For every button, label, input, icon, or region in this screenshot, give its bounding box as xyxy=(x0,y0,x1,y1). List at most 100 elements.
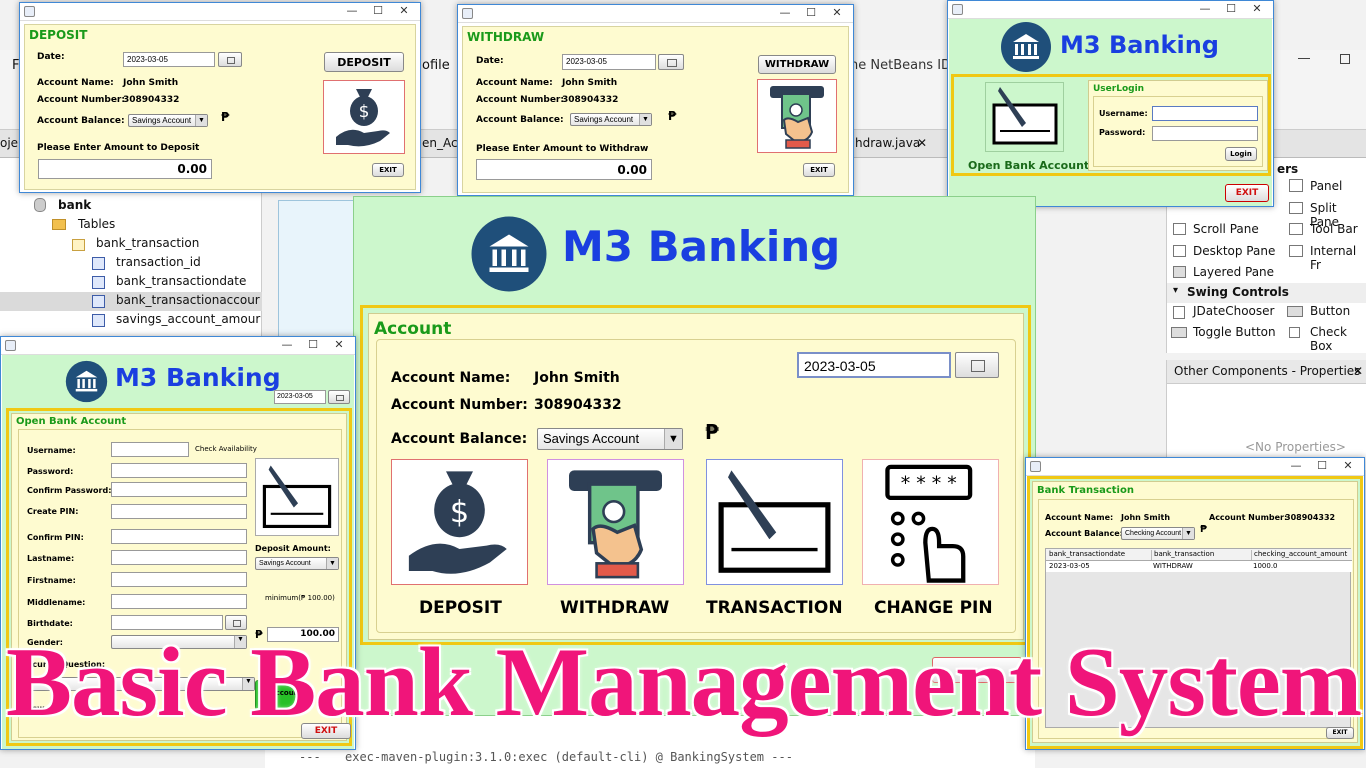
properties-close-icon[interactable]: ✕ xyxy=(1353,364,1363,378)
deposit-action[interactable]: $ xyxy=(391,459,528,585)
layered-pane-icon xyxy=(1173,266,1186,278)
date-field[interactable]: 2023-03-05 xyxy=(123,52,215,67)
app-icon xyxy=(5,340,16,351)
tree-table[interactable]: bank_transaction xyxy=(96,236,199,250)
palette-control[interactable]: Toggle Button xyxy=(1193,325,1276,339)
palette-control[interactable]: Button xyxy=(1310,304,1350,318)
deposit-amount-input[interactable]: 0.00 xyxy=(38,159,212,179)
palette-item[interactable]: Layered Pane xyxy=(1193,265,1274,279)
date-field[interactable]: 2023-03-05 xyxy=(797,352,951,378)
open-account-label[interactable]: Open Bank Account xyxy=(968,159,1089,172)
check-box-icon xyxy=(1289,327,1300,338)
minimize-icon[interactable]: — xyxy=(342,4,362,17)
close-icon[interactable]: ✕ xyxy=(394,4,414,17)
calendar-button[interactable] xyxy=(658,54,684,70)
account-type-select[interactable]: Savings Account ▼ xyxy=(570,113,652,126)
change-pin-action[interactable]: * * * * xyxy=(862,459,999,585)
maximize-icon[interactable]: ☐ xyxy=(1221,2,1241,15)
app-icon xyxy=(24,6,35,17)
account-type-select[interactable]: Savings Account ▼ xyxy=(537,428,683,450)
tab-withdraw-java[interactable]: hdraw.java xyxy=(855,136,920,150)
tree-column[interactable]: bank_transactiondate xyxy=(0,273,262,292)
transaction-action[interactable] xyxy=(706,459,843,585)
minimize-icon[interactable]: — xyxy=(775,6,795,19)
bank-logo-icon xyxy=(1001,22,1051,72)
close-icon[interactable]: ✕ xyxy=(1247,2,1267,15)
lastname-input[interactable] xyxy=(111,550,247,565)
palette-control[interactable]: JDateChooser xyxy=(1193,304,1274,318)
confirm-password-input[interactable] xyxy=(111,482,247,497)
tree-column-selected[interactable]: bank_transactionaccour xyxy=(0,292,262,311)
calendar-button[interactable] xyxy=(218,52,242,67)
account-name-label: Account Name: xyxy=(391,370,511,386)
swing-controls-header[interactable]: ▾ Swing Controls xyxy=(1167,283,1366,303)
palette-item[interactable]: Tool Bar xyxy=(1310,222,1358,236)
withdraw-amount-input[interactable]: 0.00 xyxy=(476,159,652,180)
minimize-icon[interactable]: — xyxy=(1195,2,1215,15)
deposit-type-select[interactable]: Savings Account ▼ xyxy=(255,557,339,570)
deposit-action-label[interactable]: DEPOSIT xyxy=(419,598,502,618)
account-number-label: Account Number: xyxy=(476,95,564,105)
palette-item[interactable]: Internal Fr xyxy=(1310,244,1366,272)
calendar-button[interactable] xyxy=(328,390,350,404)
maximize-icon[interactable]: ☐ xyxy=(303,338,323,351)
account-number-value: 308904332 xyxy=(534,397,622,413)
tree-tables[interactable]: Tables xyxy=(78,217,115,231)
create-pin-input[interactable] xyxy=(111,504,247,519)
username-input[interactable] xyxy=(111,442,189,457)
date-field[interactable]: 2023-03-05 xyxy=(274,390,326,404)
middlename-input[interactable] xyxy=(111,594,247,609)
transaction-action-label[interactable]: TRANSACTION xyxy=(706,598,843,618)
swing-controls-label: Swing Controls xyxy=(1187,285,1289,299)
peso-sign: ₱ xyxy=(1200,524,1207,535)
palette-item[interactable]: Scroll Pane xyxy=(1193,222,1259,236)
date-field[interactable]: 2023-03-05 xyxy=(562,54,656,70)
firstname-input[interactable] xyxy=(111,572,247,587)
column-header[interactable]: bank_transaction xyxy=(1151,550,1214,560)
app-icon xyxy=(952,4,963,15)
maximize-icon[interactable]: ☐ xyxy=(368,4,388,17)
exit-button[interactable]: EXIT xyxy=(372,163,404,177)
column-header[interactable]: bank_transactiondate xyxy=(1049,550,1125,558)
menu-fragment-profile[interactable]: ofile xyxy=(422,58,450,73)
palette-item[interactable]: Desktop Pane xyxy=(1193,244,1275,258)
tree-column[interactable]: savings_account_amour xyxy=(0,311,262,330)
exit-button[interactable]: EXIT xyxy=(803,163,835,177)
peso-sign: ₱ xyxy=(668,109,677,123)
account-type-select[interactable]: Savings Account ▼ xyxy=(128,114,208,127)
maximize-icon[interactable]: ☐ xyxy=(801,6,821,19)
account-type-select[interactable]: Checking Account ▼ xyxy=(1121,527,1195,540)
check-availability-link[interactable]: Check Availability xyxy=(195,445,257,453)
palette-panel-item[interactable]: Panel xyxy=(1310,179,1342,193)
palette-control[interactable]: Check Box xyxy=(1310,325,1366,353)
withdraw-action-label[interactable]: WITHDRAW xyxy=(560,598,669,618)
table-row[interactable]: 2023-03-05 WITHDRAW 1000.0 xyxy=(1046,561,1352,572)
close-icon[interactable]: ✕ xyxy=(827,6,847,19)
withdraw-button[interactable]: WITHDRAW xyxy=(758,55,836,74)
maximize-icon[interactable]: ☐ xyxy=(1312,459,1332,472)
close-icon[interactable]: ✕ xyxy=(329,338,349,351)
password-input[interactable] xyxy=(1152,126,1258,141)
minimize-icon[interactable]: — xyxy=(1286,459,1306,472)
tree-root[interactable]: bank xyxy=(58,198,91,212)
calendar-button[interactable] xyxy=(955,352,999,378)
column-header[interactable]: checking_account_amount xyxy=(1251,550,1347,560)
change-pin-action-label[interactable]: CHANGE PIN xyxy=(874,598,993,618)
exit-button[interactable]: EXIT xyxy=(1225,184,1269,202)
minimize-icon[interactable]: — xyxy=(277,338,297,351)
close-icon[interactable]: ✕ xyxy=(1338,459,1358,472)
confirm-pin-input[interactable] xyxy=(111,529,247,544)
minimize-icon[interactable] xyxy=(1298,58,1310,59)
open-account-illustration[interactable] xyxy=(985,82,1064,152)
user-login-title: UserLogin xyxy=(1093,84,1145,94)
withdraw-action[interactable] xyxy=(547,459,684,585)
deposit-button[interactable]: DEPOSIT xyxy=(324,52,404,72)
deposit-panel: DEPOSIT Date: 2023-03-05 DEPOSIT Account… xyxy=(24,24,416,190)
tree-column[interactable]: transaction_id xyxy=(0,254,262,273)
login-button[interactable]: Login xyxy=(1225,147,1257,161)
username-input[interactable] xyxy=(1152,106,1258,121)
tab-projects[interactable]: oje xyxy=(0,136,18,150)
password-input[interactable] xyxy=(111,463,247,478)
tab-close-icon[interactable]: ✕ xyxy=(917,136,927,150)
restore-icon[interactable] xyxy=(1340,54,1350,64)
